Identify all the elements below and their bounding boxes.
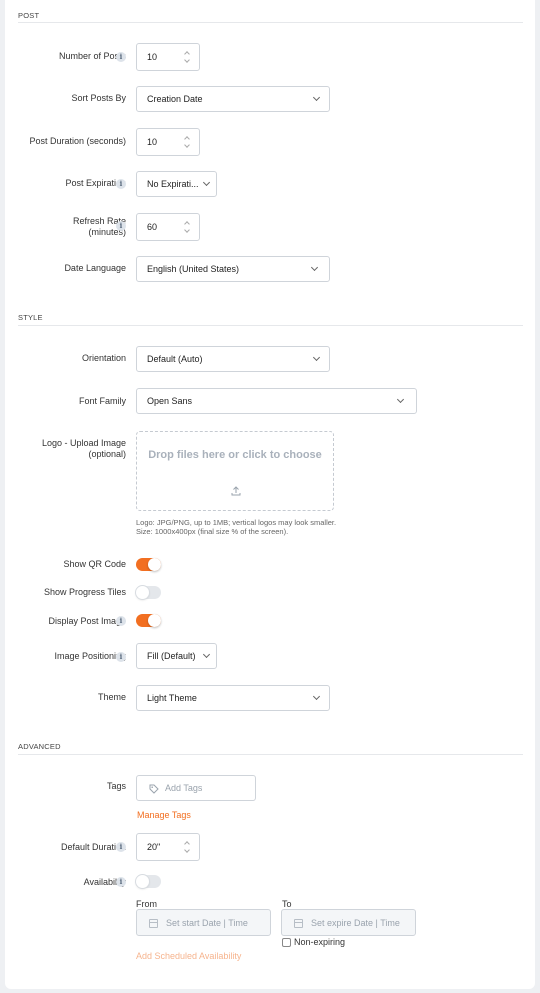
manage-tags-link[interactable]: Manage Tags [137,810,191,820]
calendar-icon [149,919,158,928]
increment-icon[interactable] [184,221,190,227]
chevron-down-icon [312,93,321,102]
info-icon[interactable]: i [116,221,126,231]
image-positioning-value: Fill (Default) [147,651,196,661]
logo-help-line1: Logo: JPG/PNG, up to 1MB; vertical logos… [136,518,337,527]
post-duration-stepper[interactable]: 10 [136,128,200,156]
post-duration-label: Post Duration (seconds) [29,136,126,146]
expire-date-input[interactable]: Set expire Date | Time [281,909,416,936]
tags-label: Tags [106,781,126,791]
show-progress-tiles-toggle[interactable] [136,586,161,599]
chevron-down-icon [312,692,321,701]
toggle-knob [148,558,161,571]
availability-toggle[interactable] [136,875,161,888]
increment-icon[interactable] [184,136,190,142]
decrement-icon[interactable] [184,57,190,63]
section-title-post: POST [18,11,40,20]
info-icon[interactable]: i [116,842,126,852]
toggle-knob [136,875,149,888]
decrement-icon[interactable] [184,227,190,233]
info-icon[interactable]: i [116,652,126,662]
logo-dropzone[interactable]: Drop files here or click to choose [136,431,334,511]
calendar-icon [294,919,303,928]
display-post-image-toggle[interactable] [136,614,161,627]
info-icon[interactable]: i [116,179,126,189]
sort-posts-by-select[interactable]: Creation Date [136,86,330,112]
font-family-label: Font Family [78,396,126,406]
sort-posts-by-value: Creation Date [147,94,203,104]
post-expiration-value: No Expirati... [147,179,199,189]
info-icon[interactable]: i [116,877,126,887]
logo-help-line2: Size: 1000x400px (final size % of the sc… [136,527,289,536]
tags-placeholder: Add Tags [165,783,203,793]
chevron-down-icon [310,263,319,272]
orientation-value: Default (Auto) [147,354,203,364]
section-divider [18,22,523,23]
sort-posts-by-label: Sort Posts By [71,93,126,103]
theme-label: Theme [97,692,126,702]
font-family-value: Open Sans [147,396,193,406]
number-of-posts-stepper[interactable]: 10 [136,43,200,71]
decrement-icon[interactable] [184,847,190,853]
orientation-select[interactable]: Default (Auto) [136,346,330,372]
tag-icon [149,784,159,794]
logo-upload-label: Logo - Upload Image (optional) [42,438,126,460]
increment-icon[interactable] [184,841,190,847]
section-title-style: STYLE [18,313,43,322]
post-duration-value: 10 [147,137,158,147]
display-post-image-label: Display Post Image [48,616,126,626]
chevron-down-icon [396,395,405,404]
chevron-down-icon [202,650,211,659]
section-divider [18,325,523,326]
to-label: To [282,899,292,909]
increment-icon[interactable] [184,51,190,57]
non-expiring-checkbox[interactable] [282,938,291,947]
toggle-knob [148,614,161,627]
image-positioning-select[interactable]: Fill (Default) [136,643,217,669]
dropzone-text: Drop files here or click to choose [148,449,322,461]
show-qr-code-label: Show QR Code [63,559,126,569]
expire-date-placeholder: Set expire Date | Time [311,918,400,928]
default-duration-value: 20" [147,842,161,852]
number-of-posts-value: 10 [147,52,158,62]
start-date-placeholder: Set start Date | Time [166,918,248,928]
chevron-down-icon [312,353,321,362]
chevron-down-icon [202,178,211,187]
section-title-advanced: ADVANCED [18,742,61,751]
orientation-label: Orientation [81,353,126,363]
theme-value: Light Theme [147,693,197,703]
start-date-input[interactable]: Set start Date | Time [136,909,271,936]
settings-panel: POST Number of Posts i 10 Sort Posts By … [5,0,535,989]
logo-upload-label-line1: Logo - Upload Image [41,438,126,448]
default-duration-stepper[interactable]: 20" [136,833,200,861]
decrement-icon[interactable] [184,142,190,148]
info-icon[interactable]: i [116,616,126,626]
refresh-rate-value: 60 [147,222,158,232]
upload-icon [231,486,241,496]
info-icon[interactable]: i [116,52,126,62]
tags-input[interactable]: Add Tags [136,775,256,801]
refresh-rate-stepper[interactable]: 60 [136,213,200,241]
font-family-select[interactable]: Open Sans [136,388,417,414]
non-expiring-label: Non-expiring [294,937,346,947]
date-language-label: Date Language [64,263,126,273]
post-expiration-select[interactable]: No Expirati... [136,171,217,197]
section-divider [18,754,523,755]
toggle-knob [136,586,149,599]
from-label: From [136,899,157,909]
date-language-select[interactable]: English (United States) [136,256,330,282]
logo-upload-label-line2: (optional) [88,449,126,459]
theme-select[interactable]: Light Theme [136,685,330,711]
add-scheduled-availability-link[interactable]: Add Scheduled Availability [136,951,241,961]
show-qr-code-toggle[interactable] [136,558,161,571]
date-language-value: English (United States) [147,264,240,274]
show-progress-tiles-label: Show Progress Tiles [43,587,126,597]
